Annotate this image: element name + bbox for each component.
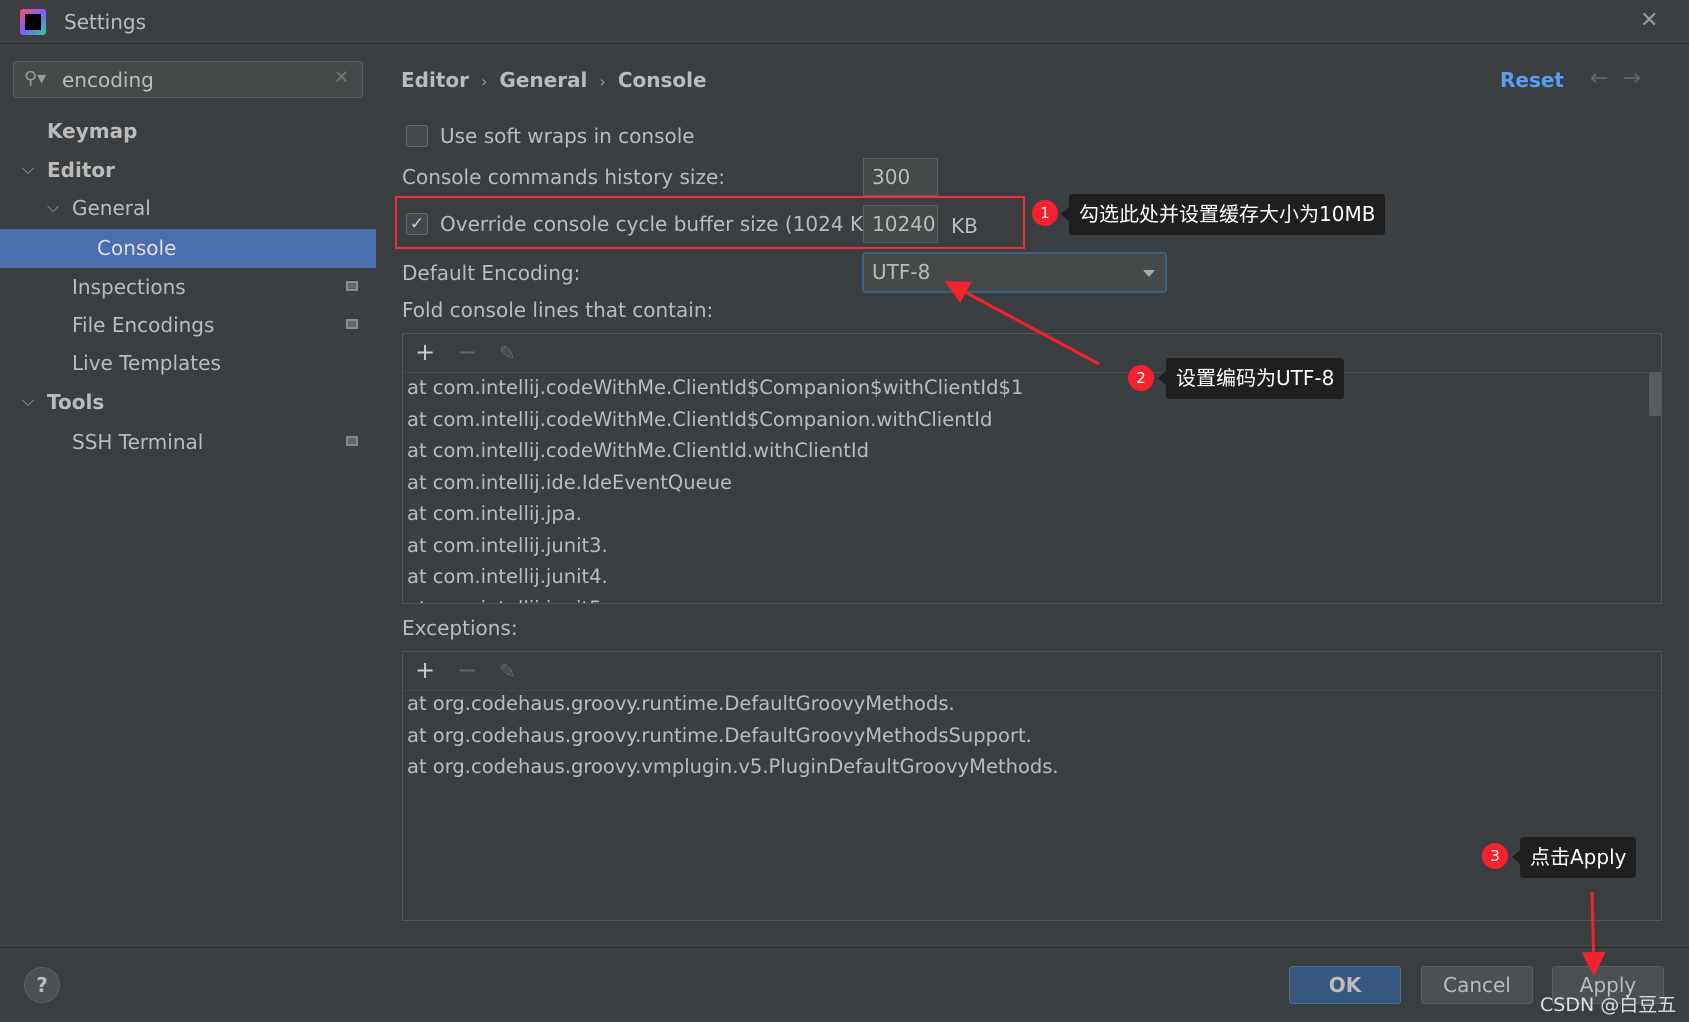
annotation-arrows [944, 281, 1606, 976]
watermark: CSDN @白豆五 [1540, 994, 1677, 1016]
annotation-arrow-2 [944, 281, 1100, 366]
annotation-arrow-3 [1581, 891, 1606, 976]
